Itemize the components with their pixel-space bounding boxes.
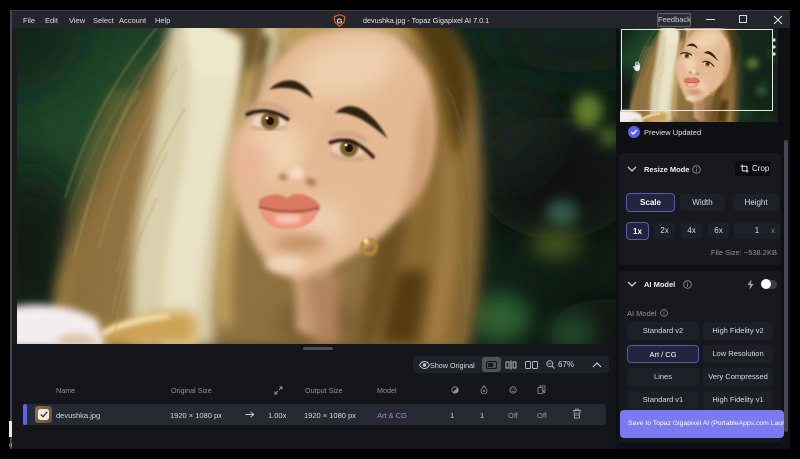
svg-text:G: G	[337, 16, 343, 25]
